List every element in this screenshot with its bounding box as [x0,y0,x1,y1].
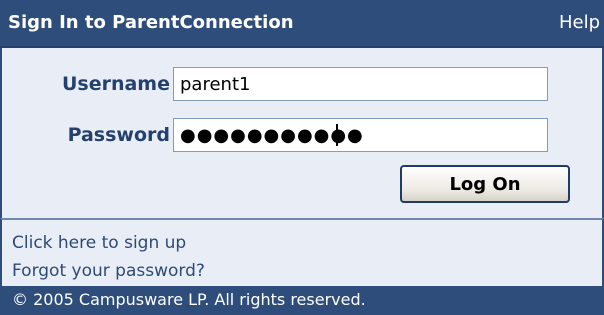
copyright-text: © 2005 Campusware LP. All rights reserve… [12,290,366,309]
sign-in-panel: Sign In to ParentConnection Help Usernam… [0,0,604,315]
footer-bar: © 2005 Campusware LP. All rights reserve… [0,286,604,315]
username-label: Username [61,73,170,95]
header-bar: Sign In to ParentConnection Help [0,0,604,48]
username-input[interactable] [173,67,548,101]
links-section: Click here to sign up Forgot your passwo… [0,218,604,286]
password-label: Password [67,124,170,146]
log-on-button[interactable]: Log On [400,165,570,203]
page-title: Sign In to ParentConnection [8,12,294,33]
forgot-password-link[interactable]: Forgot your password? [12,260,205,282]
login-form: Username Password Log On [0,48,604,218]
text-caret [336,124,338,146]
password-input[interactable] [173,118,548,152]
help-link[interactable]: Help [559,11,600,35]
sign-up-link[interactable]: Click here to sign up [12,232,186,254]
